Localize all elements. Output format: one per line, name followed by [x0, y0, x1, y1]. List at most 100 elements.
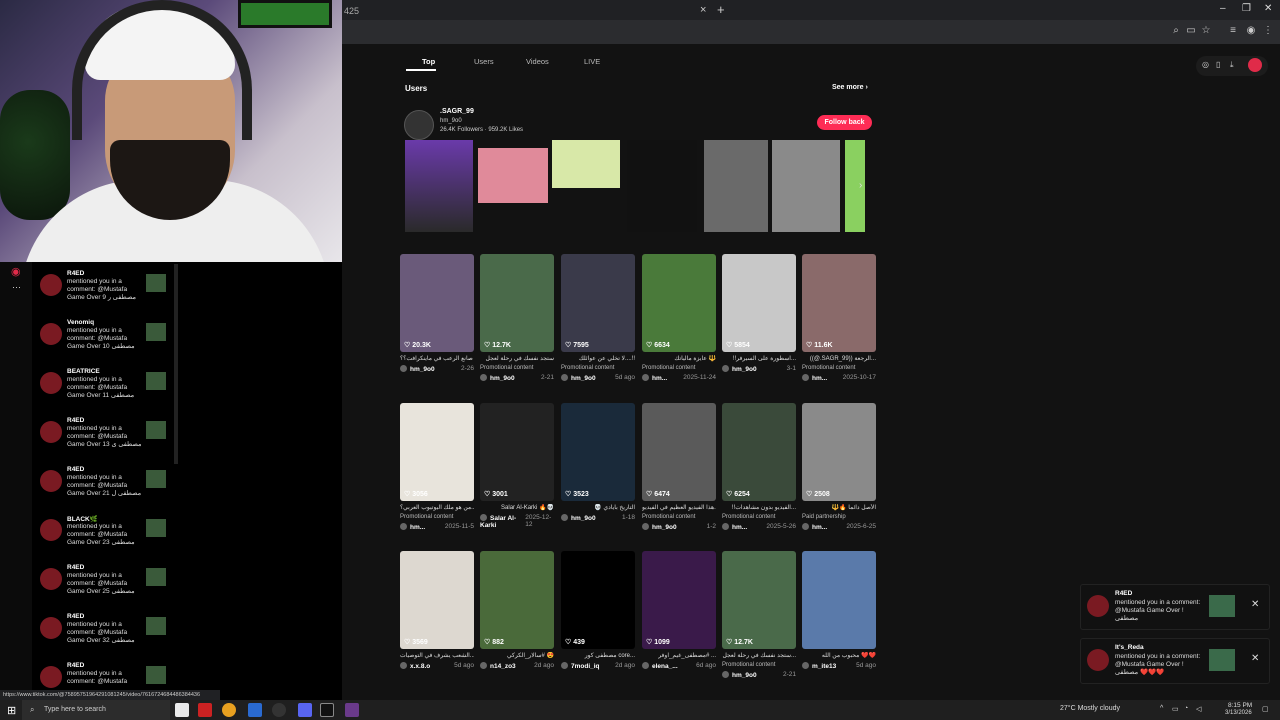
follow-back-button[interactable]: Follow back: [817, 115, 872, 130]
toast-user[interactable]: R4ED: [1115, 590, 1132, 597]
video-thumbnail[interactable]: ♡ 6634: [642, 254, 716, 352]
notification-thumbnail[interactable]: [146, 274, 166, 292]
video-thumbnail[interactable]: ♡ 20.3K: [400, 254, 474, 352]
video-title[interactable]: ستجد نفسك في رحلة لعجل: [480, 355, 554, 362]
video-title[interactable]: Salar Al-Karki 🔥💀: [480, 504, 554, 511]
maximize-icon[interactable]: ❐: [1242, 3, 1251, 14]
video-thumbnail[interactable]: ♡ 6474: [642, 403, 716, 501]
video-card[interactable]: ♡ 2508 🔱🔥 الأصل دائماً Paid partnership hm.…: [802, 403, 876, 531]
video-card[interactable]: ♡ 5854 !!اسطورة على السيرفر... hm_9o0 3-1: [722, 254, 796, 373]
avatar[interactable]: [1087, 595, 1109, 617]
video-card[interactable]: ♡ 439 مصطفى كور core... 7modi_iq 2d ago: [561, 551, 635, 670]
browser-menu-icon[interactable]: ⋮: [1262, 25, 1274, 37]
video-card[interactable]: ♡ 20.3K من هو صانع الرعب في ماينكرافت؟؟ hm…: [400, 254, 474, 373]
video-card[interactable]: ♡ 6254 !!الفيديو بدون مشاهدات... Promotion…: [722, 403, 796, 531]
video-title[interactable]: هذا الفيديو العظيم في الفيديو...: [642, 504, 716, 511]
avatar[interactable]: [40, 274, 62, 296]
video-thumbnail[interactable]: ♡ 2508: [802, 403, 876, 501]
video-card[interactable]: ♡ 882 سالار_الكركي# 😍 n14_zo3 2d ago: [480, 551, 554, 670]
toast-thumbnail[interactable]: [1209, 595, 1235, 617]
video-title[interactable]: !!اسطورة على السيرفر...: [722, 355, 796, 362]
user-video-thumb[interactable]: [704, 140, 768, 232]
video-card[interactable]: ♡ 3056 من هو ملك اليوتيوب العربي؟... Promo…: [400, 403, 474, 531]
screenshot-icon[interactable]: ◎: [1202, 60, 1209, 69]
video-author[interactable]: hm_9o0: [722, 671, 757, 679]
video-thumbnail[interactable]: ♡ 1099: [642, 551, 716, 649]
user-video-thumb[interactable]: [627, 140, 697, 232]
avatar[interactable]: [40, 323, 62, 345]
toast-notification[interactable]: R4ED mentioned you in a comment: @Mustafa…: [1080, 584, 1270, 630]
browser-tab[interactable]: 425: [342, 0, 372, 20]
avatar[interactable]: [40, 666, 62, 688]
video-thumbnail[interactable]: ♡ 11.6K: [802, 254, 876, 352]
video-title[interactable]: ستجد نفسك في رحلة لعجل...: [722, 652, 796, 659]
tab-users[interactable]: Users: [474, 57, 494, 66]
user-name[interactable]: .SAGR_99: [440, 108, 474, 115]
avatar[interactable]: [1087, 649, 1109, 671]
download-icon[interactable]: ⤓: [1230, 60, 1234, 70]
toast-close-icon[interactable]: ✕: [1251, 653, 1259, 664]
notification-user[interactable]: BEATRICE: [67, 368, 100, 375]
notification-item[interactable]: BLACK🌿 mentioned you in a comment: @Musta…: [40, 515, 170, 563]
user-video-thumb[interactable]: [552, 140, 620, 188]
windows-start-icon[interactable]: ⊞: [7, 704, 16, 717]
notification-scrollbar[interactable]: [174, 264, 178, 464]
video-author[interactable]: hm_9o0: [561, 514, 596, 522]
video-author[interactable]: Salar Al-Karki: [480, 514, 525, 529]
notification-user[interactable]: R4ED: [67, 564, 84, 571]
video-title[interactable]: 💀 التاريخ بايادي: [561, 504, 635, 511]
notification-item[interactable]: R4ED mentioned you in a comment: @Mustafa…: [40, 417, 170, 465]
video-title[interactable]: الشعب يشرف في التوصيات...: [400, 652, 474, 659]
notification-center-icon[interactable]: ▢: [1262, 705, 1269, 713]
toast-close-icon[interactable]: ✕: [1251, 599, 1259, 610]
toast-thumbnail[interactable]: [1209, 649, 1235, 671]
cast-icon[interactable]: ▭: [1185, 25, 1197, 37]
tab-live[interactable]: LIVE: [584, 57, 600, 66]
video-title[interactable]: لا تخلي عن عوائلك....!!: [561, 355, 635, 362]
file-explorer-icon[interactable]: [248, 703, 262, 717]
notification-thumbnail[interactable]: [146, 568, 166, 586]
video-title[interactable]: ((@.SAGR_99)) الرجعة...: [802, 355, 876, 362]
record-icon[interactable]: [1248, 58, 1262, 72]
notification-item[interactable]: R4ED mentioned you in a comment: @Mustafa…: [40, 613, 170, 661]
user-video-thumb[interactable]: [478, 148, 548, 203]
bookmark-star-icon[interactable]: ☆: [1200, 25, 1212, 37]
video-author[interactable]: hm_9o0: [400, 365, 435, 373]
extensions-icon[interactable]: ≡: [1227, 25, 1239, 37]
profile-icon[interactable]: ◉: [1245, 25, 1257, 37]
video-card[interactable]: ♡ 12.7K ستجد نفسك في رحلة لعجل... Promotio…: [722, 551, 796, 679]
video-author[interactable]: hm...: [400, 523, 425, 531]
obs-icon[interactable]: [272, 703, 286, 717]
video-author[interactable]: m_ite13: [802, 662, 836, 670]
video-title[interactable]: سالار_الكركي# 😍: [480, 652, 554, 659]
toast-notification[interactable]: It's_Reda mentioned you in a comment: @Mu…: [1080, 638, 1270, 684]
user-video-thumb[interactable]: [405, 140, 473, 232]
video-author[interactable]: elena_...: [642, 662, 678, 670]
discord-icon[interactable]: [298, 703, 312, 717]
video-author[interactable]: hm...: [722, 523, 747, 531]
app-icon-purple[interactable]: [345, 703, 359, 717]
notification-item[interactable]: R4ED mentioned you in a comment: @Mustafa…: [40, 564, 170, 612]
clock-time[interactable]: 8:15 PM: [1228, 702, 1252, 709]
notification-thumbnail[interactable]: [146, 519, 166, 537]
weather-widget[interactable]: 27°C Mostly cloudy: [1060, 705, 1120, 712]
avatar[interactable]: [40, 421, 62, 443]
video-author[interactable]: 7modi_iq: [561, 662, 600, 670]
user-avatar[interactable]: [404, 110, 434, 140]
chrome-icon[interactable]: [222, 703, 236, 717]
video-thumbnail[interactable]: ♡ 3569: [400, 551, 474, 649]
see-more-link[interactable]: See more ›: [832, 84, 868, 91]
video-author[interactable]: hm_9o0: [480, 374, 515, 382]
video-thumbnail[interactable]: ♡ 12.7K: [480, 254, 554, 352]
notification-user[interactable]: R4ED: [67, 270, 84, 277]
tab-top[interactable]: Top: [422, 57, 435, 66]
video-title[interactable]: 🔱🔥 الأصل دائماً: [802, 504, 876, 511]
notification-user[interactable]: BLACK🌿: [67, 515, 98, 523]
more-options-icon[interactable]: ⋯: [12, 282, 21, 293]
video-thumbnail[interactable]: ♡ 12.7K: [722, 551, 796, 649]
video-author[interactable]: hm_9o0: [722, 365, 757, 373]
avatar[interactable]: [40, 372, 62, 394]
clock-date[interactable]: 3/13/2026: [1225, 710, 1252, 716]
video-title[interactable]: محبوب من الله ❤️❤️: [802, 652, 876, 659]
notification-thumbnail[interactable]: [146, 470, 166, 488]
